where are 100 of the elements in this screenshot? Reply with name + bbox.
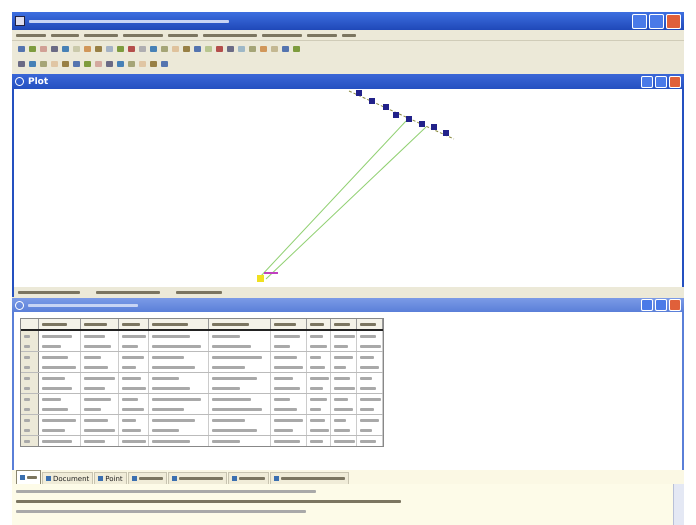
minimize-button[interactable]	[641, 299, 653, 311]
blurred-text	[84, 440, 105, 442]
blurred-text	[334, 344, 348, 348]
maximize-button[interactable]	[649, 14, 664, 28]
blurred-text	[212, 408, 262, 410]
app-icon	[15, 16, 25, 26]
blurred-text	[152, 428, 179, 432]
blurred-text	[310, 334, 323, 338]
blurred-text	[212, 428, 257, 432]
blurred-text	[18, 290, 80, 294]
blurred-text	[310, 408, 321, 410]
blurred-text	[122, 376, 141, 380]
blurred-text	[274, 366, 303, 368]
blurred-text	[84, 386, 105, 390]
blurred-text	[274, 440, 300, 442]
blurred-text	[42, 418, 76, 422]
blurred-text	[24, 344, 30, 348]
blurred-text	[360, 386, 376, 390]
blurred-text	[334, 408, 353, 410]
blurred-text	[27, 476, 37, 479]
blurred-text	[360, 398, 381, 400]
blurred-text	[334, 376, 350, 380]
blurred-text	[274, 408, 297, 410]
blurred-text	[24, 408, 30, 410]
blurred-text	[152, 418, 195, 422]
blurred-text	[152, 398, 201, 400]
blurred-header	[84, 322, 107, 326]
blurred-text	[280, 477, 345, 480]
maximize-button[interactable]	[655, 76, 667, 88]
menu-item[interactable]	[123, 34, 163, 36]
tab[interactable]	[228, 472, 269, 484]
blurred-text	[274, 428, 293, 432]
blurred-text	[122, 408, 144, 410]
tab-icon	[98, 476, 104, 481]
blurred-text	[152, 366, 195, 368]
blurred-text	[122, 440, 146, 442]
close-button[interactable]	[669, 76, 681, 88]
blurred-text	[360, 334, 376, 338]
blurred-text	[310, 366, 325, 368]
blurred-text	[122, 398, 138, 400]
blurred-text	[176, 290, 222, 294]
blurred-text	[310, 440, 323, 442]
blurred-text	[310, 418, 325, 422]
menu-item[interactable]	[307, 34, 337, 36]
blurred-text	[212, 356, 262, 358]
minimize-button[interactable]	[632, 14, 647, 28]
tab[interactable]	[16, 470, 41, 484]
blurred-text	[360, 376, 372, 380]
blurred-header	[310, 322, 324, 326]
blurred-text	[138, 477, 163, 480]
blurred-text	[152, 440, 190, 442]
blurred-text	[24, 440, 30, 442]
menu-item[interactable]	[203, 34, 257, 36]
blurred-text	[84, 356, 101, 358]
blurred-text	[334, 428, 350, 432]
blurred-text	[360, 428, 372, 432]
blurred-text	[152, 334, 190, 338]
blurred-text	[360, 418, 379, 422]
blurred-text	[122, 418, 136, 422]
tab-icon	[46, 476, 51, 481]
blurred-text	[310, 376, 329, 380]
tab[interactable]	[168, 472, 227, 484]
blurred-text	[274, 398, 290, 400]
blurred-text	[310, 428, 329, 432]
blurred-text	[24, 386, 30, 390]
menu-item[interactable]	[342, 34, 356, 36]
blurred-text	[360, 366, 379, 368]
tab[interactable]	[270, 472, 349, 484]
blurred-text	[310, 386, 323, 390]
menu-item[interactable]	[16, 34, 46, 36]
menu-item[interactable]	[168, 34, 198, 36]
maximize-button[interactable]	[655, 299, 667, 311]
panel-icon	[15, 300, 24, 310]
tab[interactable]	[128, 472, 167, 484]
blurred-text	[274, 356, 297, 358]
blurred-text	[334, 398, 348, 400]
blurred-text	[96, 290, 160, 294]
blurred-text	[24, 376, 30, 380]
blurred-text	[212, 366, 245, 368]
close-button[interactable]	[669, 299, 681, 311]
minimize-button[interactable]	[641, 76, 653, 88]
blurred-text	[310, 398, 327, 400]
menu-item[interactable]	[84, 34, 118, 36]
panel-icon	[15, 77, 24, 86]
blurred-text	[84, 428, 115, 432]
menu-item[interactable]	[51, 34, 79, 36]
blurred-text	[152, 344, 201, 348]
panel-title: Plot	[28, 76, 48, 86]
blurred-text	[360, 356, 374, 358]
blurred-text	[310, 356, 321, 358]
close-button[interactable]	[666, 14, 681, 28]
scrollbar[interactable]	[673, 484, 684, 525]
blurred-header	[212, 322, 249, 326]
blurred-text	[42, 334, 72, 338]
blurred-text	[24, 428, 30, 432]
blurred-text	[84, 398, 111, 400]
blurred-text	[334, 356, 353, 358]
menu-item[interactable]	[262, 34, 302, 36]
tab-icon	[172, 476, 177, 481]
blurred-text	[24, 366, 30, 368]
